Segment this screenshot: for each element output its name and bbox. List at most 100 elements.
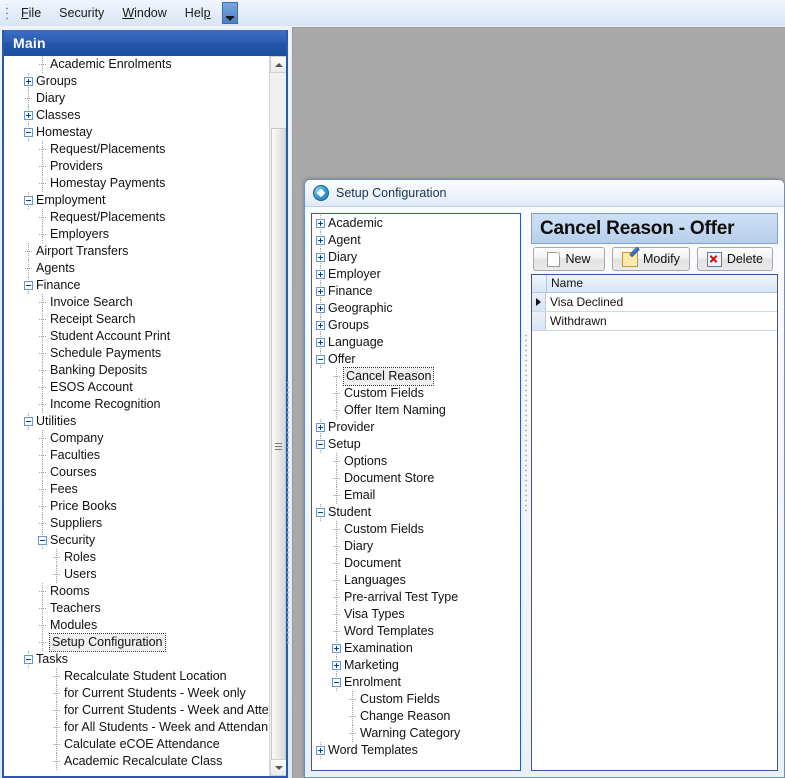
- main-tree-node-providers[interactable]: Providers: [4, 158, 268, 175]
- main-tree-node-employment[interactable]: Employment: [4, 192, 268, 209]
- menu-drag-grip[interactable]: [3, 4, 12, 22]
- main-tree-node-airport-transfers[interactable]: Airport Transfers: [4, 243, 268, 260]
- expand-plus-icon[interactable]: [316, 287, 325, 296]
- config-tree-node-student[interactable]: Student: [312, 504, 520, 521]
- expand-plus-icon[interactable]: [316, 304, 325, 313]
- config-tree-node-offer-item-naming[interactable]: Offer Item Naming: [312, 402, 520, 419]
- main-tree-node-classes[interactable]: Classes: [4, 107, 268, 124]
- scroll-down-button[interactable]: [270, 759, 286, 776]
- scroll-up-button[interactable]: [270, 56, 286, 73]
- expand-plus-icon[interactable]: [24, 111, 33, 120]
- main-tree-node-for-current-students-week-only[interactable]: for Current Students - Week only: [4, 685, 268, 702]
- config-tree-node-options[interactable]: Options: [312, 453, 520, 470]
- collapse-minus-icon[interactable]: [316, 440, 325, 449]
- grid-column-header-name[interactable]: Name: [547, 275, 777, 292]
- main-tree-node-utilities[interactable]: Utilities: [4, 413, 268, 430]
- config-tree-node-languages[interactable]: Languages: [312, 572, 520, 589]
- collapse-minus-icon[interactable]: [24, 655, 33, 664]
- main-tree-node-calculate-ecoe-attendance[interactable]: Calculate eCOE Attendance: [4, 736, 268, 753]
- config-tree-node-word-templates[interactable]: Word Templates: [312, 742, 520, 759]
- main-tree-node-suppliers[interactable]: Suppliers: [4, 515, 268, 532]
- config-tree-node-diary[interactable]: Diary: [312, 538, 520, 555]
- config-tree-node-custom-fields[interactable]: Custom Fields: [312, 691, 520, 708]
- config-tree-node-employer[interactable]: Employer: [312, 266, 520, 283]
- menu-item-file[interactable]: File: [12, 3, 50, 24]
- collapse-minus-icon[interactable]: [24, 281, 33, 290]
- main-tree-node-groups[interactable]: Groups: [4, 73, 268, 90]
- main-tree-node-request-placements[interactable]: Request/Placements: [4, 209, 268, 226]
- grid-row[interactable]: Visa Declined: [532, 293, 777, 312]
- config-tree-node-enrolment[interactable]: Enrolment: [312, 674, 520, 691]
- config-tree-node-change-reason[interactable]: Change Reason: [312, 708, 520, 725]
- config-tree-node-diary[interactable]: Diary: [312, 249, 520, 266]
- main-tree-node-invoice-search[interactable]: Invoice Search: [4, 294, 268, 311]
- collapse-minus-icon[interactable]: [24, 128, 33, 137]
- grid-row[interactable]: Withdrawn: [532, 312, 777, 331]
- expand-plus-icon[interactable]: [316, 423, 325, 432]
- config-tree-node-document[interactable]: Document: [312, 555, 520, 572]
- config-tree-node-finance[interactable]: Finance: [312, 283, 520, 300]
- main-tree-node-receipt-search[interactable]: Receipt Search: [4, 311, 268, 328]
- config-tree-node-word-templates[interactable]: Word Templates: [312, 623, 520, 640]
- main-tree-node-for-all-students-week-and-attendance[interactable]: for All Students - Week and Attendance: [4, 719, 268, 736]
- main-tree-node-homestay[interactable]: Homestay: [4, 124, 268, 141]
- config-tree-node-custom-fields[interactable]: Custom Fields: [312, 521, 520, 538]
- main-tree-node-fees[interactable]: Fees: [4, 481, 268, 498]
- delete-button[interactable]: Delete: [697, 247, 773, 271]
- config-tree-node-agent[interactable]: Agent: [312, 232, 520, 249]
- modify-button[interactable]: Modify: [612, 247, 690, 271]
- collapse-minus-icon[interactable]: [316, 355, 325, 364]
- main-tree-node-finance[interactable]: Finance: [4, 277, 268, 294]
- main-tree-node-academic-enrolments[interactable]: Academic Enrolments: [4, 56, 268, 73]
- config-tree-node-language[interactable]: Language: [312, 334, 520, 351]
- main-tree-node-for-current-students-week-and-attendance[interactable]: for Current Students - Week and Attendan…: [4, 702, 268, 719]
- main-tree-node-security[interactable]: Security: [4, 532, 268, 549]
- main-tree-node-banking-deposits[interactable]: Banking Deposits: [4, 362, 268, 379]
- main-tree-node-users[interactable]: Users: [4, 566, 268, 583]
- config-tree-node-cancel-reason[interactable]: Cancel Reason: [312, 368, 520, 385]
- cancel-reason-grid[interactable]: Name Visa DeclinedWithdrawn: [531, 274, 778, 771]
- menu-item-help[interactable]: Help: [176, 3, 220, 24]
- expand-plus-icon[interactable]: [316, 746, 325, 755]
- expand-plus-icon[interactable]: [24, 77, 33, 86]
- main-tree-node-income-recognition[interactable]: Income Recognition: [4, 396, 268, 413]
- expand-plus-icon[interactable]: [332, 661, 341, 670]
- collapse-minus-icon[interactable]: [24, 196, 33, 205]
- collapse-minus-icon[interactable]: [24, 417, 33, 426]
- config-tree-node-geographic[interactable]: Geographic: [312, 300, 520, 317]
- config-tree-node-pre-arrival-test-type[interactable]: Pre-arrival Test Type: [312, 589, 520, 606]
- main-tree-node-recalculate-student-location[interactable]: Recalculate Student Location: [4, 668, 268, 685]
- expand-plus-icon[interactable]: [316, 253, 325, 262]
- configuration-tree[interactable]: AcademicAgentDiaryEmployerFinanceGeograp…: [312, 214, 520, 770]
- scrollbar-thumb[interactable]: [271, 128, 286, 765]
- dialog-splitter[interactable]: [521, 213, 531, 771]
- main-tree-node-company[interactable]: Company: [4, 430, 268, 447]
- expand-plus-icon[interactable]: [316, 338, 325, 347]
- config-tree-node-email[interactable]: Email: [312, 487, 520, 504]
- main-tree-node-price-books[interactable]: Price Books: [4, 498, 268, 515]
- main-tree-node-setup-configuration[interactable]: Setup Configuration: [4, 634, 268, 651]
- config-tree-node-offer[interactable]: Offer: [312, 351, 520, 368]
- main-navigation-tree[interactable]: Academic EnrolmentsGroupsDiaryClassesHom…: [4, 56, 268, 776]
- expand-plus-icon[interactable]: [316, 321, 325, 330]
- main-tree-node-agents[interactable]: Agents: [4, 260, 268, 277]
- collapse-minus-icon[interactable]: [332, 678, 341, 687]
- config-tree-node-warning-category[interactable]: Warning Category: [312, 725, 520, 742]
- config-tree-node-document-store[interactable]: Document Store: [312, 470, 520, 487]
- config-tree-node-marketing[interactable]: Marketing: [312, 657, 520, 674]
- menu-overflow-button[interactable]: [222, 2, 238, 24]
- main-tree-node-roles[interactable]: Roles: [4, 549, 268, 566]
- menu-item-window[interactable]: Window: [113, 3, 175, 24]
- config-tree-node-academic[interactable]: Academic: [312, 215, 520, 232]
- menu-item-security[interactable]: Security: [50, 3, 113, 24]
- collapse-minus-icon[interactable]: [316, 508, 325, 517]
- config-tree-node-examination[interactable]: Examination: [312, 640, 520, 657]
- main-tree-scrollbar[interactable]: [269, 56, 286, 776]
- main-tree-node-request-placements[interactable]: Request/Placements: [4, 141, 268, 158]
- main-tree-node-student-account-print[interactable]: Student Account Print: [4, 328, 268, 345]
- main-tree-node-modules[interactable]: Modules: [4, 617, 268, 634]
- main-tree-node-homestay-payments[interactable]: Homestay Payments: [4, 175, 268, 192]
- expand-plus-icon[interactable]: [332, 644, 341, 653]
- config-tree-node-visa-types[interactable]: Visa Types: [312, 606, 520, 623]
- main-tree-node-teachers[interactable]: Teachers: [4, 600, 268, 617]
